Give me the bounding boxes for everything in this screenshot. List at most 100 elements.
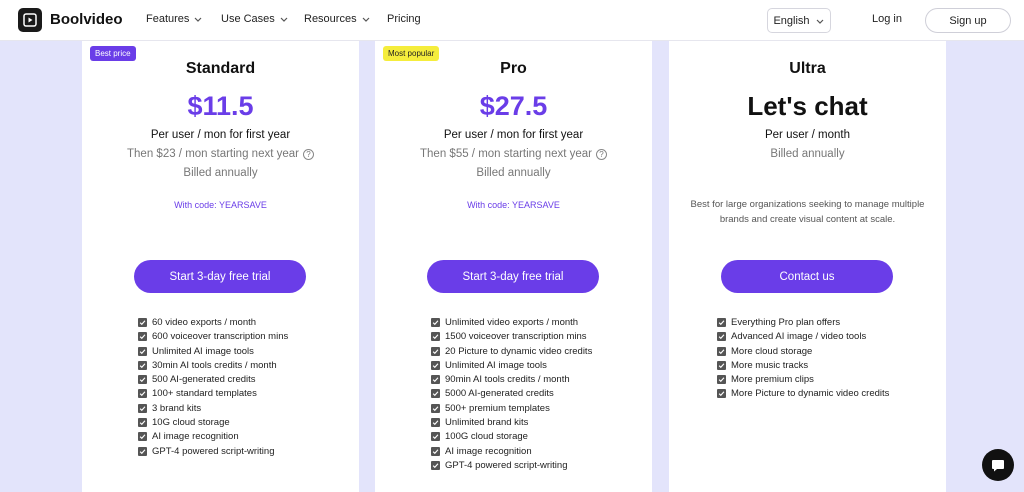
nav-features[interactable]: Features — [146, 13, 203, 25]
checkbox-checked-icon — [138, 360, 147, 370]
feature-item: More music tracks — [717, 360, 907, 374]
start-trial-button[interactable]: Start 3-day free trial — [427, 260, 599, 293]
checkbox-checked-icon — [717, 389, 726, 399]
checkbox-checked-icon — [138, 346, 147, 356]
chat-bubble-icon[interactable] — [982, 449, 1014, 481]
nav-resources[interactable]: Resources — [304, 13, 371, 25]
language-select[interactable]: English — [767, 8, 831, 33]
checkbox-checked-icon — [431, 389, 440, 399]
checkbox-checked-icon — [431, 346, 440, 356]
contact-us-button[interactable]: Contact us — [721, 260, 893, 293]
nav-features-label: Features — [146, 13, 190, 25]
feature-text: More music tracks — [731, 359, 809, 371]
checkbox-checked-icon — [717, 332, 726, 342]
brand-name[interactable]: Boolvideo — [50, 11, 123, 28]
feature-text: 3 brand kits — [152, 402, 202, 414]
feature-text: Unlimited AI image tools — [445, 359, 547, 371]
feature-item: 20 Picture to dynamic video credits — [431, 346, 592, 360]
plan-name: Pro — [500, 60, 527, 77]
plan-price: Let's chat — [747, 91, 868, 121]
language-label: English — [773, 14, 810, 27]
billed-annually: Billed annually — [476, 167, 551, 179]
feature-text: More premium clips — [731, 374, 814, 386]
checkbox-checked-icon — [431, 446, 440, 456]
feature-item: Unlimited AI image tools — [138, 346, 288, 360]
checkbox-checked-icon — [138, 446, 147, 456]
promo-code-line: With code: YEARSAVE — [467, 200, 560, 210]
billed-annually: Billed annually — [183, 167, 258, 179]
promo-code-line: With code: YEARSAVE — [174, 200, 267, 210]
checkbox-checked-icon — [431, 460, 440, 470]
feature-list: Everything Pro plan offers Advanced AI im… — [717, 317, 907, 403]
help-icon[interactable]: ? — [595, 148, 607, 160]
plan-price: $27.5 — [479, 91, 548, 121]
plan-card-ultra: Ultra Let's chat Per user / month Billed… — [669, 41, 946, 492]
feature-item: 10G cloud storage — [138, 417, 288, 431]
checkbox-checked-icon — [431, 418, 440, 428]
boolvideo-logo-icon[interactable] — [18, 8, 42, 32]
feature-text: Advanced AI image / video tools — [731, 331, 867, 343]
feature-item: 100G cloud storage — [431, 431, 592, 445]
chevron-down-icon — [362, 17, 370, 22]
feature-item: 1500 voiceover transcription mins — [431, 331, 592, 345]
feature-text: 100+ standard templates — [152, 388, 257, 400]
feature-item: 100+ standard templates — [138, 388, 288, 402]
feature-item: 500 AI-generated credits — [138, 374, 288, 388]
checkbox-checked-icon — [431, 375, 440, 385]
feature-text: Unlimited AI image tools — [152, 345, 254, 357]
feature-item: 3 brand kits — [138, 403, 288, 417]
feature-text: More cloud storage — [731, 345, 813, 357]
feature-item: 90min AI tools credits / month — [431, 374, 592, 388]
renewal-text: Then $23 / mon starting next year — [127, 148, 299, 160]
start-trial-button[interactable]: Start 3-day free trial — [134, 260, 306, 293]
billing-line: Per user / mon for first year — [150, 129, 291, 141]
feature-text: Unlimited brand kits — [445, 417, 529, 429]
feature-list: Unlimited video exports / month 1500 voic… — [431, 317, 592, 474]
feature-text: 500 AI-generated credits — [152, 374, 256, 386]
feature-text: GPT-4 powered script-writing — [152, 445, 275, 457]
checkbox-checked-icon — [138, 418, 147, 428]
checkbox-checked-icon — [431, 403, 440, 413]
checkbox-checked-icon — [717, 346, 726, 356]
nav-use-cases[interactable]: Use Cases — [221, 13, 289, 25]
feature-item: GPT-4 powered script-writing — [431, 460, 592, 474]
plan-name: Ultra — [789, 60, 826, 77]
help-icon[interactable]: ? — [302, 148, 314, 160]
checkbox-checked-icon — [431, 332, 440, 342]
nav-resources-label: Resources — [304, 13, 357, 25]
feature-item: Advanced AI image / video tools — [717, 331, 907, 345]
feature-item: 30min AI tools credits / month — [138, 360, 288, 374]
nav-pricing[interactable]: Pricing — [387, 13, 421, 25]
feature-text: More Picture to dynamic video credits — [731, 388, 890, 400]
renewal-line: Then $23 / mon starting next year ? — [82, 148, 359, 160]
feature-text: GPT-4 powered script-writing — [445, 459, 568, 471]
feature-item: AI image recognition — [138, 431, 288, 445]
checkbox-checked-icon — [138, 318, 147, 327]
login-link[interactable]: Log in — [872, 13, 902, 25]
chevron-down-icon — [194, 17, 202, 22]
feature-item: More cloud storage — [717, 346, 907, 360]
feature-item: More Picture to dynamic video credits — [717, 388, 907, 402]
signup-button[interactable]: Sign up — [925, 8, 1011, 33]
checkbox-checked-icon — [717, 318, 726, 327]
feature-text: 600 voiceover transcription mins — [152, 331, 289, 343]
checkbox-checked-icon — [138, 389, 147, 399]
renewal-text: Then $55 / mon starting next year — [420, 148, 592, 160]
chevron-down-icon — [816, 19, 823, 24]
feature-text: Unlimited video exports / month — [445, 317, 579, 328]
nav-pricing-label: Pricing — [387, 13, 421, 25]
feature-item: AI image recognition — [431, 446, 592, 460]
feature-item: 60 video exports / month — [138, 317, 288, 331]
checkbox-checked-icon — [138, 375, 147, 385]
checkbox-checked-icon — [138, 332, 147, 342]
feature-text: 10G cloud storage — [152, 417, 230, 429]
feature-item: Unlimited video exports / month — [431, 317, 592, 331]
checkbox-checked-icon — [138, 403, 147, 413]
checkbox-checked-icon — [431, 360, 440, 370]
billing-line: Per user / month — [764, 129, 850, 141]
feature-text: 60 video exports / month — [152, 317, 257, 328]
checkbox-checked-icon — [431, 318, 440, 327]
billing-line: Per user / mon for first year — [443, 129, 584, 141]
feature-item: Unlimited AI image tools — [431, 360, 592, 374]
checkbox-checked-icon — [431, 432, 440, 442]
